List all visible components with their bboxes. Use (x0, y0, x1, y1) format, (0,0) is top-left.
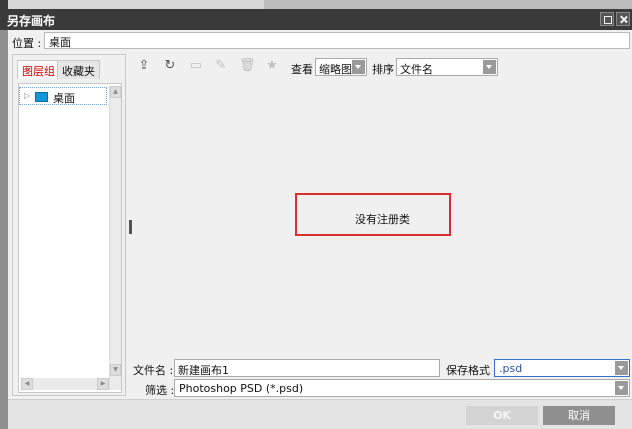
view-mode-value: 缩略图 (319, 63, 352, 76)
edit-icon[interactable]: ✎ (213, 58, 229, 74)
new-folder-icon[interactable]: ▭ (188, 58, 204, 74)
vertical-scrollbar[interactable]: ▲ ▼ (109, 86, 121, 390)
scroll-left-icon[interactable]: ◀ (21, 378, 33, 390)
filename-input[interactable]: 新建画布1 (174, 359, 440, 377)
location-field[interactable]: 桌面 (44, 32, 630, 49)
star-icon[interactable]: ★ (264, 58, 280, 74)
button-bar (8, 399, 632, 429)
title-bar: 另存画布 (0, 9, 632, 30)
ok-button[interactable]: OK (466, 406, 538, 425)
refresh-icon[interactable]: ↻ (162, 58, 178, 74)
expand-arrow-icon[interactable]: ▷ (24, 91, 30, 100)
format-value: .psd (499, 362, 523, 375)
sort-select[interactable]: 文件名 (396, 58, 498, 76)
empty-message: 没有注册类 (355, 213, 410, 226)
left-panel: 图层组 收藏夹 ▷ 桌面 ▲ ▼ ◀ ▶ (12, 54, 126, 396)
format-label: 保存格式 : (446, 364, 498, 377)
scroll-down-icon[interactable]: ▼ (110, 364, 121, 376)
filename-label: 文件名 : (133, 364, 174, 377)
folder-icon (35, 92, 48, 102)
chevron-down-icon[interactable] (352, 60, 365, 74)
sort-value: 文件名 (400, 63, 433, 76)
background-window-tab (8, 0, 264, 9)
filter-select[interactable]: Photoshop PSD (*.psd) (174, 379, 630, 397)
sort-label: 排序 (372, 63, 394, 76)
tab-favorites[interactable]: 收藏夹 (57, 60, 100, 79)
panel-splitter-handle[interactable] (129, 220, 132, 234)
tree-item-desktop[interactable]: ▷ 桌面 (19, 87, 107, 105)
scroll-up-icon[interactable]: ▲ (110, 86, 121, 98)
up-folder-icon[interactable]: ⇪ (136, 58, 152, 74)
view-label: 查看 (291, 63, 313, 76)
chevron-down-icon[interactable] (615, 361, 628, 375)
folder-tree: ▷ 桌面 ▲ ▼ ◀ ▶ (18, 83, 122, 393)
tree-item-label: 桌面 (53, 92, 75, 105)
background-window-strip (0, 0, 632, 9)
close-icon[interactable] (616, 12, 630, 26)
horizontal-scrollbar[interactable]: ◀ ▶ (21, 378, 109, 390)
window-title: 另存画布 (7, 14, 56, 28)
chevron-down-icon[interactable] (615, 381, 628, 395)
cancel-button[interactable]: 取消 (543, 406, 615, 425)
filter-value: Photoshop PSD (*.psd) (179, 382, 304, 395)
trash-icon[interactable]: 🗑 (239, 58, 256, 74)
view-mode-select[interactable]: 缩略图 (315, 58, 367, 76)
chevron-down-icon[interactable] (483, 60, 496, 74)
restore-icon[interactable] (600, 12, 614, 26)
scroll-right-icon[interactable]: ▶ (97, 378, 109, 390)
filter-label: 筛选 : (145, 384, 175, 397)
window-left-frame (0, 30, 8, 429)
format-select[interactable]: .psd (494, 359, 630, 377)
tab-layer-groups[interactable]: 图层组 (17, 60, 60, 79)
background-window-edge (0, 0, 8, 9)
location-label: 位置 : (12, 37, 42, 50)
